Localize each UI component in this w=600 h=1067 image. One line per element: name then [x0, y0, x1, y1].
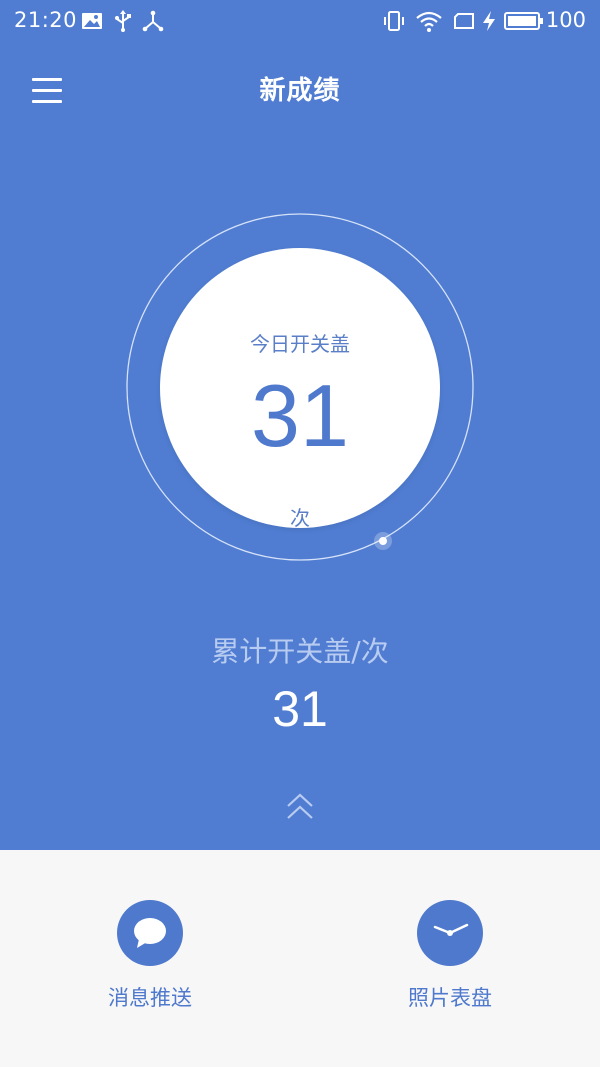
photo-watchface-label: 照片表盘 — [408, 986, 492, 1010]
clock-icon — [417, 900, 483, 966]
usb-icon — [111, 9, 135, 33]
battery-level: 100 — [545, 8, 586, 32]
share-icon — [141, 9, 165, 33]
page-title: 新成绩 — [259, 76, 341, 106]
sim-icon — [452, 9, 476, 33]
photo-watchface-button[interactable]: 照片表盘 — [370, 900, 530, 1012]
message-push-button[interactable]: 消息推送 — [70, 900, 230, 1012]
app-header: 新成绩 — [0, 44, 600, 136]
double-chevron-up-icon[interactable] — [280, 790, 320, 824]
today-label: 今日开关盖 — [250, 332, 350, 356]
status-time: 21:20 — [14, 8, 78, 32]
vibrate-icon — [382, 9, 406, 33]
bottom-action-panel: 消息推送 照片表盘 — [0, 850, 600, 1067]
battery-icon — [504, 9, 544, 33]
cumulative-label: 累计开关盖/次 — [211, 635, 389, 668]
image-icon — [80, 9, 104, 33]
today-gauge: 今日开关盖 31 次 — [125, 212, 475, 562]
today-count: 31 — [251, 366, 349, 465]
cumulative-count: 31 — [272, 681, 328, 737]
wifi-icon — [414, 9, 444, 33]
charging-icon — [480, 9, 498, 33]
chat-bubble-icon — [117, 900, 183, 966]
message-push-label: 消息推送 — [108, 986, 192, 1010]
screen: 21:20 100 新成绩 今日开关盖 31 次 累计开关盖/次 31 消息推送… — [0, 0, 600, 1067]
today-unit: 次 — [290, 506, 310, 530]
status-bar: 21:20 100 — [0, 0, 600, 44]
gauge-disc: 今日开关盖 31 次 — [160, 248, 440, 530]
